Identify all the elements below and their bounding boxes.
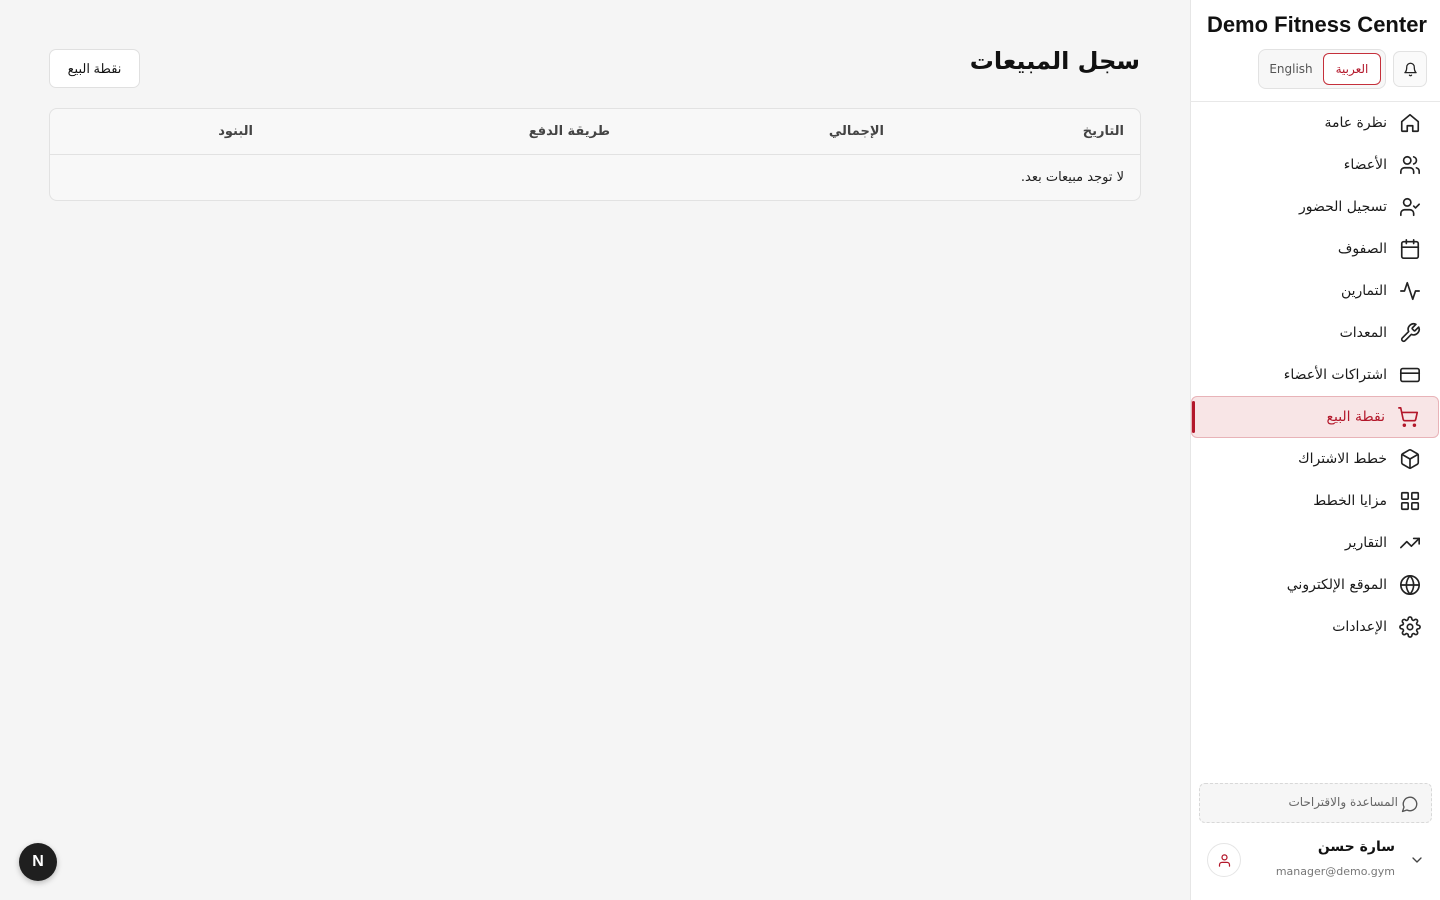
sidebar-item-label: الموقع الإلكتروني [1286, 577, 1387, 593]
avatar [1207, 843, 1241, 877]
trending-up-icon [1398, 531, 1422, 555]
sidebar-item-website[interactable]: الموقع الإلكتروني [1190, 564, 1440, 606]
help-label: المساعدة والاقتراحات [1288, 795, 1398, 809]
column-date[interactable]: التاريخ [1083, 124, 1124, 139]
sidebar-item-plan-features[interactable]: مزايا الخطط [1190, 480, 1440, 522]
empty-state-message: لا توجد مبيعات بعد. [1020, 170, 1124, 185]
sidebar-item-plans[interactable]: خطط الاشتراك [1190, 438, 1440, 480]
sidebar-item-classes[interactable]: الصفوف [1190, 228, 1440, 270]
sidebar-item-label: التمارين [1340, 283, 1387, 299]
sidebar-item-label: الصفوف [1337, 241, 1387, 257]
notifications-button[interactable] [1393, 51, 1427, 87]
user-name: سارة حسن [1317, 839, 1395, 855]
column-payment-method[interactable]: طريقة الدفع [529, 124, 610, 139]
user-email: manager@demo.gym [1275, 865, 1395, 878]
grid-icon [1398, 489, 1422, 513]
wrench-icon [1398, 321, 1422, 345]
language-switcher: English العربية [1258, 49, 1386, 89]
sidebar-item-members[interactable]: الأعضاء [1190, 144, 1440, 186]
home-icon [1398, 111, 1422, 135]
sidebar-item-label: اشتراكات الأعضاء [1283, 367, 1387, 383]
sidebar-item-point-of-sale[interactable]: نقطة البيع [1191, 396, 1439, 438]
brand-title: Demo Fitness Center [1206, 12, 1427, 37]
user-menu[interactable]: سارة حسن manager@demo.gym [1190, 835, 1440, 890]
dev-tools-badge[interactable]: N [19, 843, 57, 881]
chevron-down-icon [1412, 857, 1422, 863]
sidebar-item-label: خطط الاشتراك [1298, 451, 1387, 467]
point-of-sale-button[interactable]: نقطة البيع [49, 49, 140, 88]
main-content: سجل المبيعات نقطة البيع التاريخ الإجمالي… [0, 0, 1190, 900]
sidebar-item-workouts[interactable]: التمارين [1190, 270, 1440, 312]
page-title: سجل المبيعات [969, 47, 1140, 75]
user-icon [1218, 853, 1230, 867]
package-icon [1398, 447, 1422, 471]
sidebar-item-label: التقارير [1344, 535, 1387, 551]
sidebar-item-settings[interactable]: الإعدادات [1190, 606, 1440, 648]
calendar-icon [1398, 237, 1422, 261]
shopping-cart-icon [1396, 405, 1420, 429]
sidebar-item-label: الإعدادات [1332, 619, 1387, 635]
settings-icon [1398, 615, 1422, 639]
sidebar-item-label: المعدات [1339, 325, 1387, 341]
sidebar-item-label: نظرة عامة [1324, 115, 1387, 131]
sidebar-item-overview[interactable]: نظرة عامة [1190, 102, 1440, 144]
activity-icon [1398, 279, 1422, 303]
language-arabic[interactable]: العربية [1323, 53, 1381, 85]
table-header: التاريخ الإجمالي طريقة الدفع البنود [50, 109, 1140, 155]
sidebar-item-attendance[interactable]: تسجيل الحضور [1190, 186, 1440, 228]
globe-icon [1398, 573, 1422, 597]
sidebar-item-label: مزايا الخطط [1313, 493, 1387, 509]
sidebar-item-label: نقطة البيع [1326, 409, 1385, 425]
sidebar-item-label: الأعضاء [1343, 157, 1387, 173]
sales-table: التاريخ الإجمالي طريقة الدفع البنود لا ت… [49, 108, 1141, 201]
language-english[interactable]: English [1263, 53, 1319, 85]
column-total[interactable]: الإجمالي [829, 124, 884, 139]
sidebar-item-reports[interactable]: التقارير [1190, 522, 1440, 564]
help-feedback-button[interactable]: المساعدة والاقتراحات [1199, 783, 1432, 823]
user-check-icon [1398, 195, 1422, 219]
sidebar-item-equipment[interactable]: المعدات [1190, 312, 1440, 354]
sidebar-item-memberships[interactable]: اشتراكات الأعضاء [1190, 354, 1440, 396]
bell-icon [1403, 62, 1417, 76]
sidebar-item-label: تسجيل الحضور [1298, 199, 1387, 215]
users-icon [1398, 153, 1422, 177]
message-circle-icon [1401, 796, 1418, 813]
column-items[interactable]: البنود [218, 124, 253, 139]
sidebar: Demo Fitness Center English العربية نظرة… [1190, 0, 1440, 900]
credit-card-icon [1398, 363, 1422, 387]
